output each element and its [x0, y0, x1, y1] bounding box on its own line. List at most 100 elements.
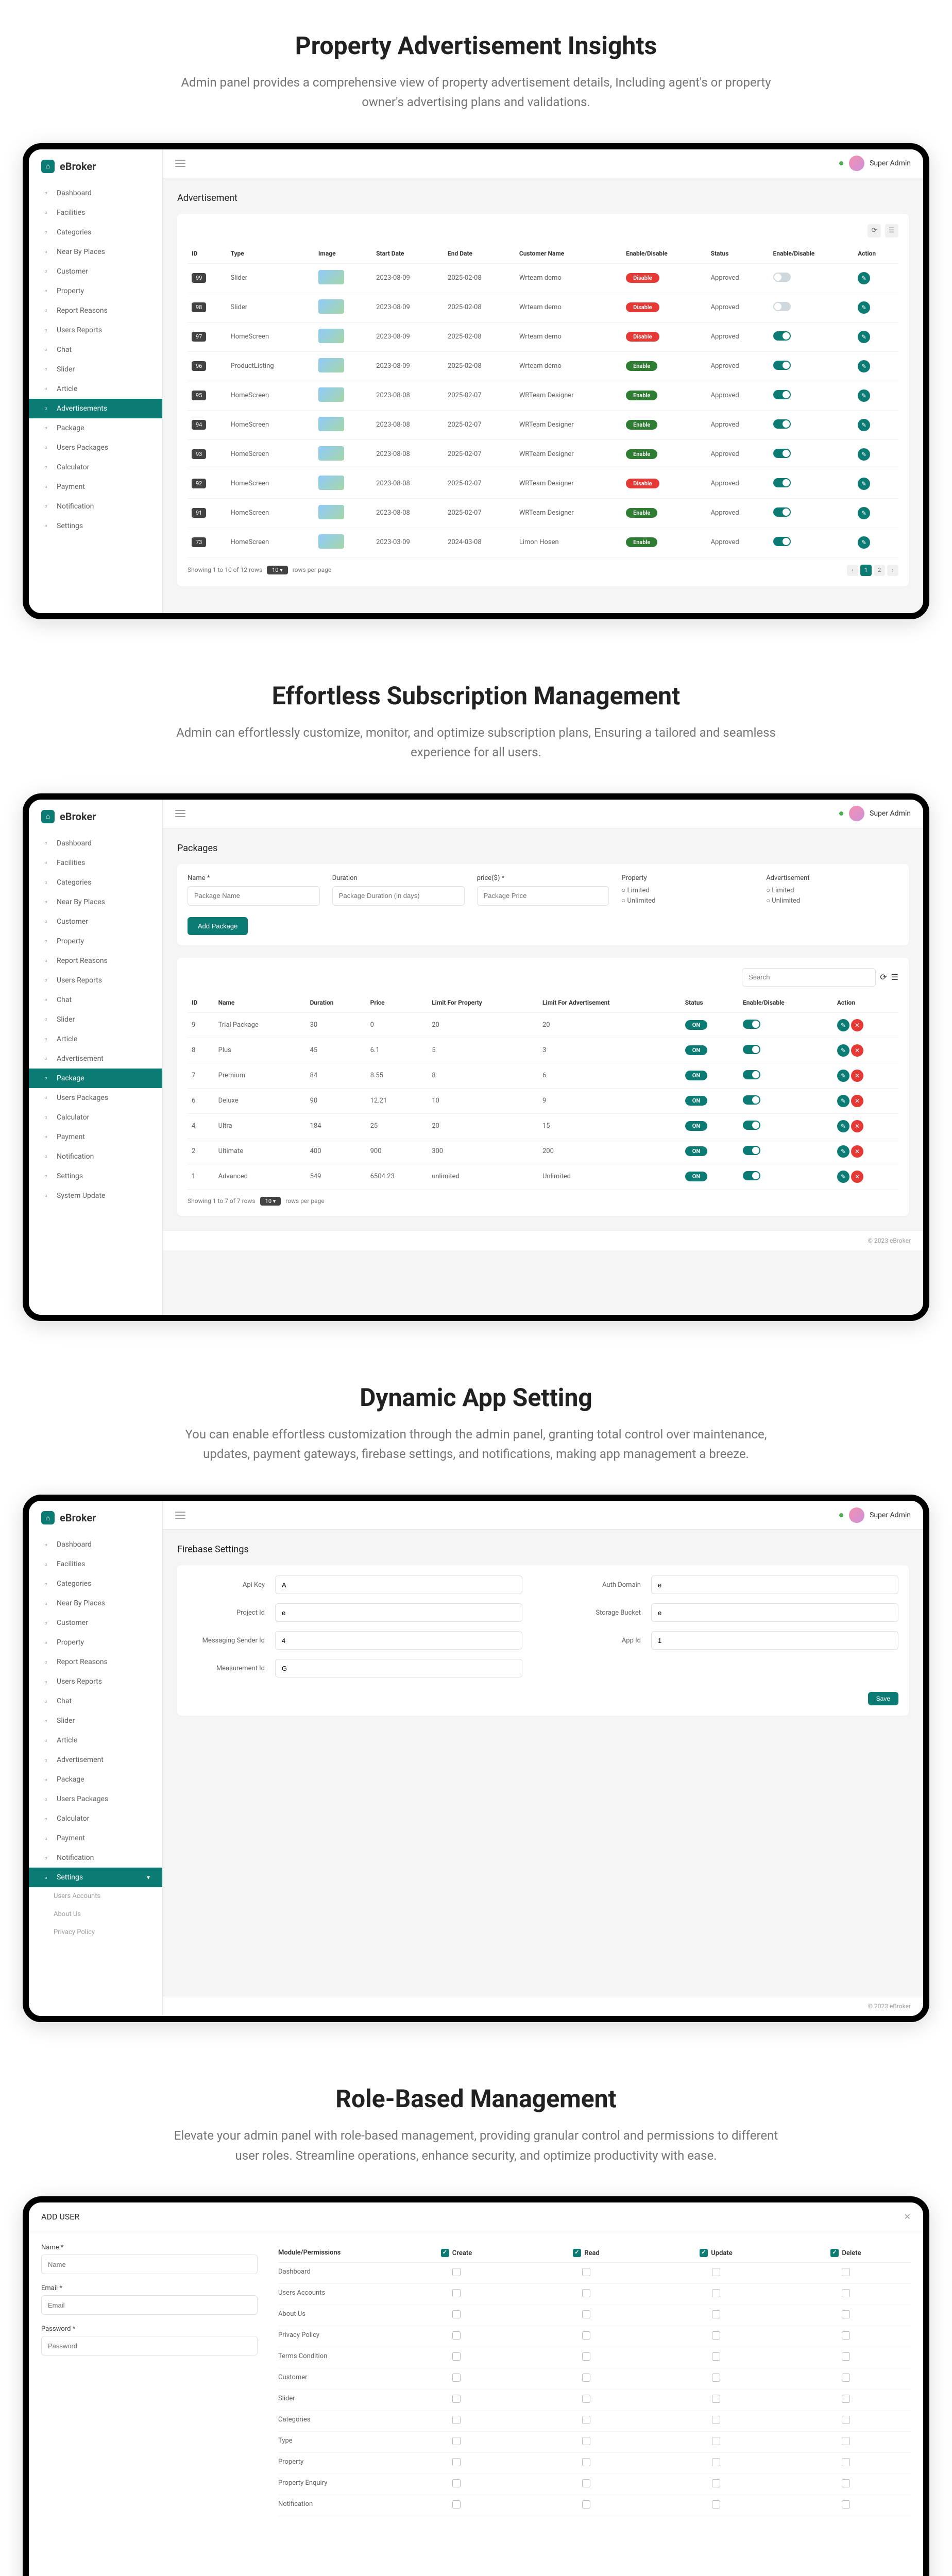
sidebar-item-facilities[interactable]: ▫Facilities [29, 853, 162, 873]
checkbox-update[interactable] [712, 2437, 720, 2445]
sidebar-item-calculator[interactable]: ▫Calculator [29, 457, 162, 477]
sidebar-sub-users-accounts[interactable]: Users Accounts [29, 1887, 162, 1905]
enable-toggle[interactable] [773, 331, 791, 341]
edit-button[interactable]: ✎ [858, 507, 870, 519]
sidebar-item-property[interactable]: ▫Property [29, 931, 162, 951]
checkbox-create[interactable] [452, 2395, 461, 2403]
enable-toggle[interactable] [743, 1095, 760, 1105]
sidebar-item-users-reports[interactable]: ▫Users Reports [29, 320, 162, 340]
sidebar-item-near-by-places[interactable]: ▫Near By Places [29, 1594, 162, 1613]
checkbox-delete[interactable] [842, 2395, 850, 2403]
checkbox-update[interactable] [712, 2352, 720, 2361]
edit-button[interactable]: ✎ [858, 331, 870, 343]
sidebar-item-package[interactable]: ▫Package [29, 418, 162, 438]
sidebar-item-article[interactable]: ▫Article [29, 1731, 162, 1750]
sidebar-item-report-reasons[interactable]: ▫Report Reasons [29, 951, 162, 971]
edit-button[interactable]: ✎ [858, 419, 870, 431]
user-menu[interactable]: Super Admin [839, 1507, 911, 1523]
enable-toggle[interactable] [773, 361, 791, 370]
enable-toggle[interactable] [743, 1070, 760, 1079]
edit-button[interactable]: ✎ [837, 1120, 849, 1132]
enable-toggle[interactable] [743, 1045, 760, 1054]
add-package-button[interactable]: Add Package [188, 917, 248, 935]
sidebar-item-settings[interactable]: ▫Settings [29, 516, 162, 536]
enable-toggle[interactable] [773, 390, 791, 399]
sidebar-item-advertisement[interactable]: ▫Advertisement [29, 1049, 162, 1069]
checkbox-update[interactable] [712, 2331, 720, 2340]
sidebar-item-advertisement[interactable]: ▫Advertisement [29, 1750, 162, 1770]
enable-toggle[interactable] [773, 537, 791, 546]
sidebar-item-dashboard[interactable]: ▫Dashboard [29, 1535, 162, 1554]
sidebar-item-property[interactable]: ▫Property [29, 1633, 162, 1652]
sidebar-item-report-reasons[interactable]: ▫Report Reasons [29, 1652, 162, 1672]
checkbox-update[interactable] [712, 2500, 720, 2509]
sidebar-item-near-by-places[interactable]: ▫Near By Places [29, 892, 162, 912]
checkbox-read[interactable] [582, 2500, 590, 2509]
sidebar-sub-privacy-policy[interactable]: Privacy Policy [29, 1923, 162, 1941]
checkbox-read[interactable] [582, 2310, 590, 2318]
radio-limited[interactable]: ○ Limited [766, 886, 898, 894]
checkbox-update[interactable] [712, 2479, 720, 2487]
hamburger-menu-icon[interactable] [175, 1512, 185, 1519]
checkbox-read[interactable] [582, 2374, 590, 2382]
delete-button[interactable]: ✕ [851, 1095, 863, 1107]
checkbox-delete[interactable] [842, 2374, 850, 2382]
rows-per-page[interactable]: 10 ▾ [260, 1197, 281, 1206]
edit-button[interactable]: ✎ [858, 448, 870, 461]
checkbox-create[interactable] [452, 2479, 461, 2487]
columns-icon[interactable]: ☰ [885, 224, 898, 238]
sidebar-item-slider[interactable]: ▫Slider [29, 1010, 162, 1029]
field-input[interactable] [651, 1575, 898, 1594]
edit-button[interactable]: ✎ [837, 1044, 849, 1057]
email-input[interactable] [41, 2295, 258, 2315]
sidebar-item-near-by-places[interactable]: ▫Near By Places [29, 242, 162, 262]
checkbox-create[interactable] [452, 2500, 461, 2509]
checkbox-read[interactable] [582, 2331, 590, 2340]
edit-button[interactable]: ✎ [858, 360, 870, 372]
checkbox-read[interactable] [582, 2479, 590, 2487]
checkbox-create[interactable] [452, 2268, 461, 2276]
pager-page-1[interactable]: 1 [860, 565, 872, 576]
sidebar-item-dashboard[interactable]: ▫Dashboard [29, 183, 162, 203]
enable-toggle[interactable] [773, 507, 791, 517]
sidebar-item-categories[interactable]: ▫Categories [29, 223, 162, 242]
enable-toggle[interactable] [773, 478, 791, 487]
sidebar-item-article[interactable]: ▫Article [29, 1029, 162, 1049]
checkbox-read[interactable] [582, 2352, 590, 2361]
checkbox-update[interactable] [712, 2374, 720, 2382]
field-input[interactable] [651, 1603, 898, 1622]
checkbox-read-all[interactable] [573, 2249, 581, 2257]
rows-per-page[interactable]: 10 ▾ [267, 566, 288, 574]
checkbox-delete-all[interactable] [830, 2249, 839, 2257]
checkbox-delete[interactable] [842, 2268, 850, 2276]
sidebar-item-chat[interactable]: ▫Chat [29, 340, 162, 360]
enable-toggle[interactable] [743, 1146, 760, 1155]
hamburger-menu-icon[interactable] [175, 810, 185, 817]
sidebar-sub-about-us[interactable]: About Us [29, 1905, 162, 1923]
pager-page-2[interactable]: 2 [874, 565, 885, 576]
checkbox-delete[interactable] [842, 2437, 850, 2445]
sidebar-item-users-packages[interactable]: ▫Users Packages [29, 438, 162, 457]
checkbox-read[interactable] [582, 2437, 590, 2445]
checkbox-update[interactable] [712, 2310, 720, 2318]
checkbox-read[interactable] [582, 2289, 590, 2297]
checkbox-delete[interactable] [842, 2352, 850, 2361]
delete-button[interactable]: ✕ [851, 1070, 863, 1082]
refresh-icon[interactable]: ⟳ [880, 972, 887, 982]
edit-button[interactable]: ✎ [858, 272, 870, 284]
checkbox-read[interactable] [582, 2395, 590, 2403]
sidebar-item-facilities[interactable]: ▫Facilities [29, 203, 162, 223]
sidebar-item-notification[interactable]: ▫Notification [29, 1848, 162, 1868]
sidebar-item-users-packages[interactable]: ▫Users Packages [29, 1088, 162, 1108]
edit-button[interactable]: ✎ [837, 1019, 849, 1031]
checkbox-read[interactable] [582, 2416, 590, 2424]
enable-toggle[interactable] [773, 273, 791, 282]
sidebar-item-property[interactable]: ▫Property [29, 281, 162, 301]
field-input[interactable] [651, 1631, 898, 1650]
checkbox-delete[interactable] [842, 2289, 850, 2297]
enable-toggle[interactable] [773, 302, 791, 311]
name-input[interactable] [41, 2255, 258, 2274]
field-input[interactable] [275, 1631, 522, 1650]
checkbox-delete[interactable] [842, 2331, 850, 2340]
enable-toggle[interactable] [773, 449, 791, 458]
